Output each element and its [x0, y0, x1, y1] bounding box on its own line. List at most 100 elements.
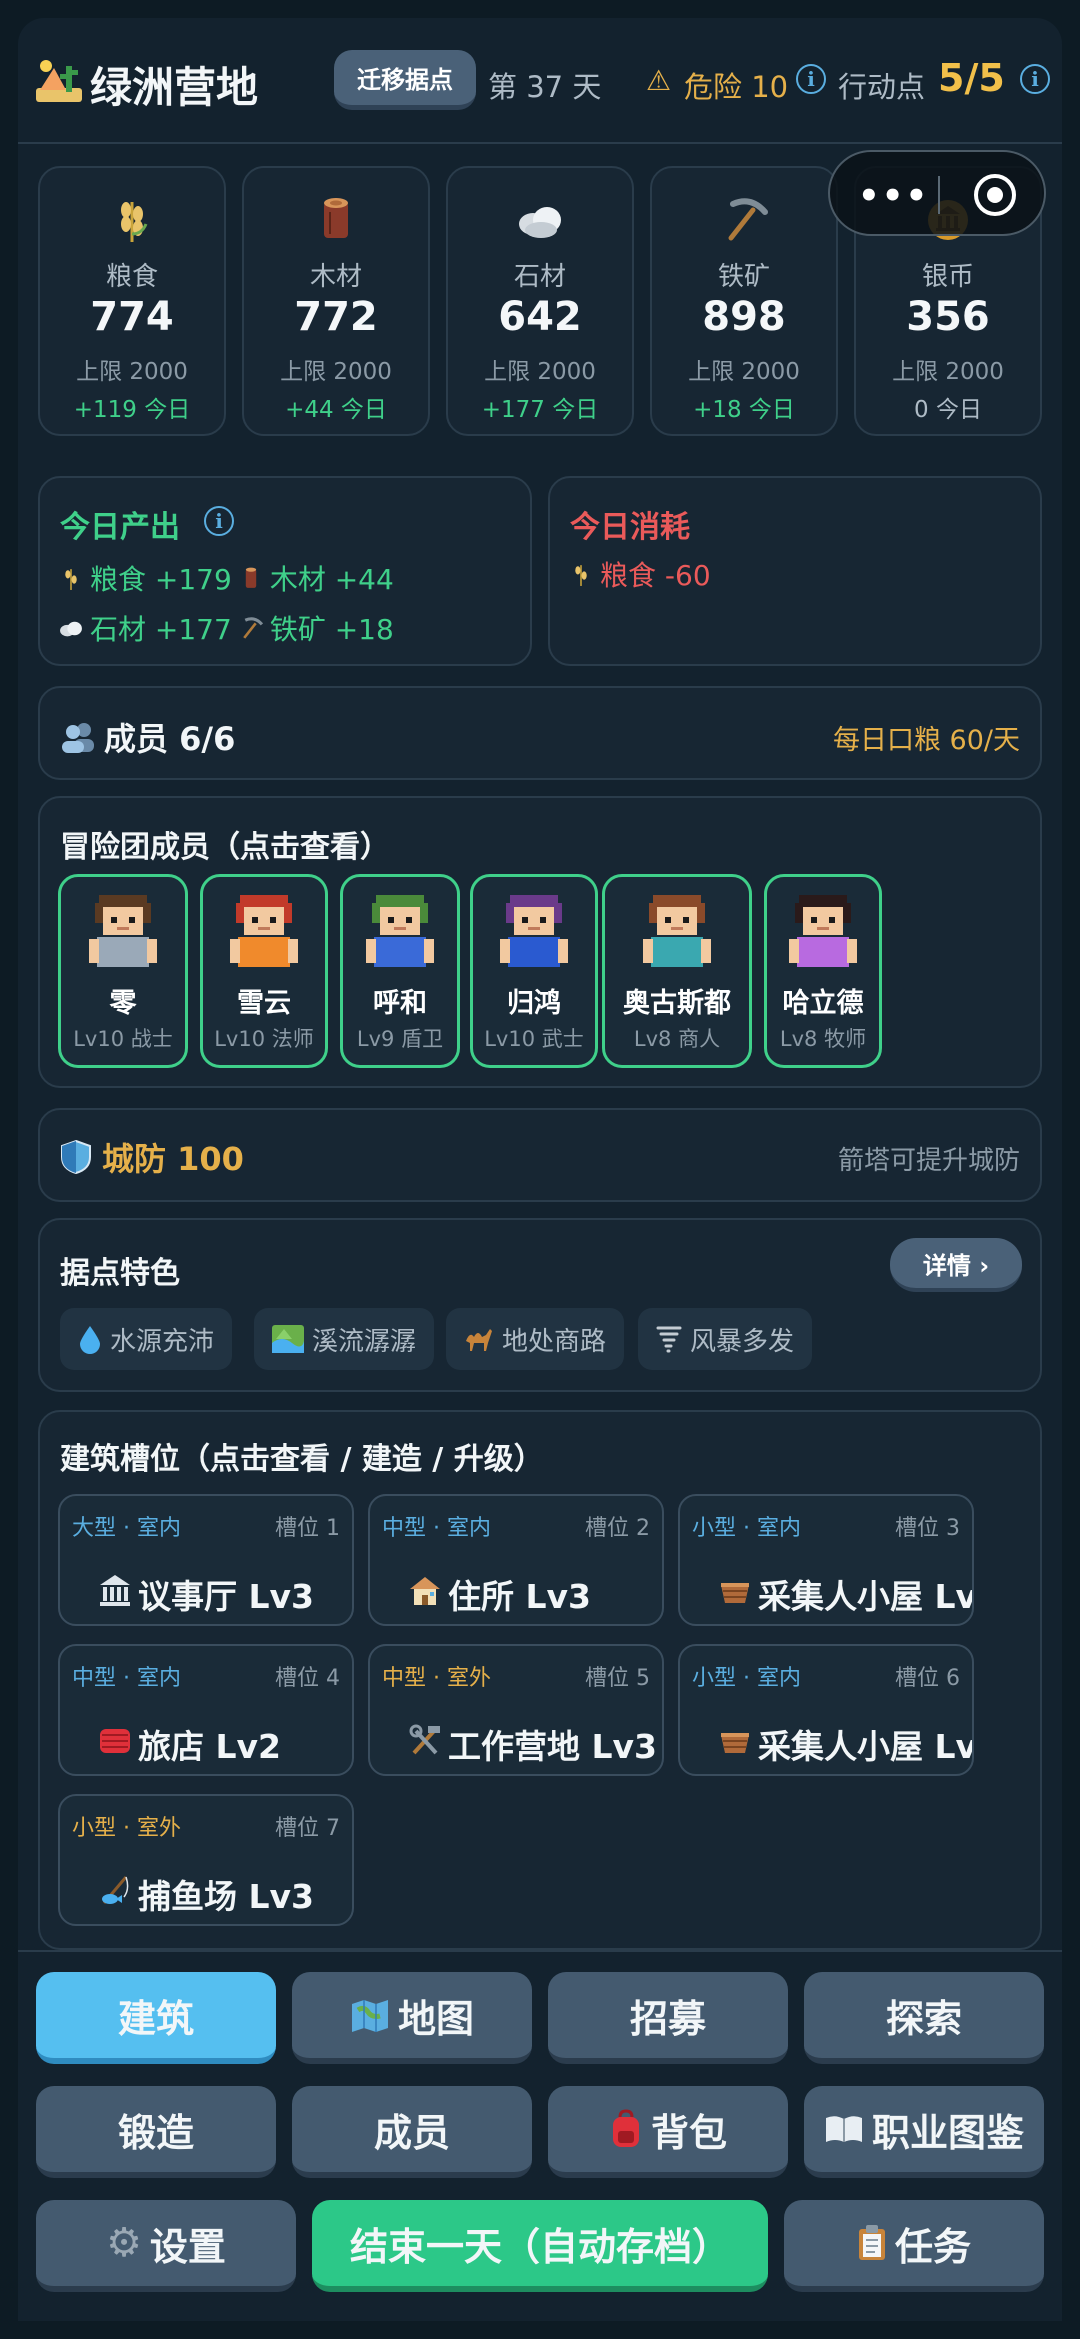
production-line-1: 粮食 +179 木材 +44 — [58, 558, 394, 598]
nav-settings-button[interactable]: ⚙ 设置 — [36, 2200, 296, 2292]
building-label: 采集人小屋 Lv3 — [758, 1727, 972, 1766]
nav-members-button[interactable]: 成员 — [292, 2086, 532, 2178]
member-level: Lv10 法师 — [214, 1027, 314, 1051]
fishing-icon — [98, 1873, 132, 1915]
migrate-base-button[interactable]: 迁移据点 — [334, 50, 476, 110]
resource-value: 356 — [906, 294, 990, 340]
feature-tag: 溪流潺潺 — [254, 1308, 435, 1370]
building-slot[interactable]: 大型 · 室内 槽位 1 议事厅 Lv3 — [58, 1494, 354, 1626]
building-slot[interactable]: 小型 · 室外 槽位 7 捕鱼场 Lv3 — [58, 1794, 354, 1926]
resource-card-grain: 粮食 774 上限 2000 +119 今日 — [38, 166, 226, 436]
building-slot[interactable]: 小型 · 室内 槽位 3 采集人小屋 Lv3 — [678, 1494, 974, 1626]
feature-tag: 水源充沛 — [60, 1308, 233, 1370]
party-member-card[interactable]: 奥古斯都 Lv8 商人 — [602, 874, 752, 1068]
resource-value: 898 — [702, 294, 786, 340]
nav-label: 成员 — [373, 2110, 450, 2155]
action-points-info-icon[interactable]: i — [1020, 64, 1050, 94]
slot-number: 槽位 7 — [275, 1816, 340, 1841]
resource-value: 774 — [90, 294, 174, 340]
danger-info-icon[interactable]: i — [796, 64, 826, 94]
nav-codex-button[interactable]: 职业图鉴 — [804, 2086, 1044, 2178]
nav-map-button[interactable]: 地图 — [292, 1972, 532, 2064]
gear-icon: ⚙ — [106, 2220, 142, 2266]
party-member-card[interactable]: 呼和 Lv9 盾卫 — [340, 874, 460, 1068]
base-features-panel: 据点特色 详情 › 水源充沛 溪流潺潺 地处商路 风暴多发 — [38, 1218, 1042, 1392]
stream-icon — [272, 1325, 304, 1353]
slot-type: 中型 · 室内 — [382, 1516, 491, 1541]
nav-bag-button[interactable]: 背包 — [548, 2086, 788, 2178]
features-detail-button[interactable]: 详情 › — [890, 1238, 1022, 1292]
clipboard-icon — [858, 2225, 885, 2260]
building-label: 捕鱼场 Lv3 — [138, 1877, 314, 1916]
building-name: 旅店 Lv2 — [98, 1720, 281, 1768]
resource-name: 银币 — [921, 262, 974, 292]
character-sprite-icon — [643, 895, 711, 967]
slot-type: 大型 · 室内 — [72, 1516, 181, 1541]
miniprogram-capsule: ••• — [828, 150, 1046, 236]
daily-production-panel: 今日产出 i 粮食 +179 木材 +44 石材 +177 铁矿 +18 — [38, 476, 532, 666]
app-title: 绿洲营地 — [90, 63, 259, 112]
resource-name: 粮食 — [105, 262, 158, 292]
nav-forge-button[interactable]: 锻造 — [36, 2086, 276, 2178]
nav-label: 锻造 — [117, 2110, 194, 2155]
party-member-card[interactable]: 雪云 Lv10 法师 — [200, 874, 328, 1068]
resource-card-iron: 铁矿 898 上限 2000 +18 今日 — [650, 166, 838, 436]
building-slot[interactable]: 中型 · 室外 槽位 5 工作营地 Lv3 — [368, 1644, 664, 1776]
production-line-2: 石材 +177 铁矿 +18 — [58, 608, 394, 648]
party-member-card[interactable]: 归鸿 Lv10 武士 — [470, 874, 598, 1068]
feature-label: 水源充沛 — [110, 1326, 215, 1357]
building-slot[interactable]: 小型 · 室内 槽位 6 采集人小屋 Lv3 — [678, 1644, 974, 1776]
nav-recruit-button[interactable]: 招募 — [548, 1972, 788, 2064]
building-slot[interactable]: 中型 · 室内 槽位 4 旅店 Lv2 — [58, 1644, 354, 1776]
feature-label: 地处商路 — [502, 1326, 607, 1357]
slot-number: 槽位 3 — [895, 1516, 960, 1541]
nav-label: 任务 — [894, 2224, 971, 2269]
party-title: 冒险团成员（点击查看） — [60, 830, 390, 865]
nav-build-button[interactable]: 建筑 — [36, 1972, 276, 2064]
members-summary-bar[interactable]: 成员 6/6 每日口粮 60/天 — [38, 686, 1042, 780]
inn-bed-icon — [98, 1723, 132, 1765]
oasis-camp-icon — [36, 60, 82, 102]
production-stone: 石材 +177 — [90, 613, 232, 646]
resource-name: 木材 — [309, 262, 362, 292]
daily-consumption-panel: 今日消耗 粮食 -60 — [548, 476, 1042, 666]
nav-label: 设置 — [149, 2224, 226, 2269]
nav-explore-button[interactable]: 探索 — [804, 1972, 1044, 2064]
end-day-button[interactable]: 结束一天（自动存档） — [312, 2200, 768, 2292]
member-level: Lv9 盾卫 — [356, 1027, 444, 1051]
party-member-card[interactable]: 零 Lv10 战士 — [58, 874, 188, 1068]
resource-cap: 上限 2000 — [688, 359, 800, 385]
nav-label: 职业图鉴 — [871, 2110, 1024, 2155]
nav-label: 结束一天（自动存档） — [349, 2224, 730, 2269]
droplet-icon — [80, 1326, 100, 1354]
basket-icon — [718, 1723, 752, 1765]
production-wood: 木材 +44 — [269, 563, 394, 596]
camel-icon — [466, 1329, 492, 1351]
people-icon — [62, 723, 94, 753]
daily-ration: 每日口粮 60/天 — [832, 725, 1020, 756]
nav-tasks-button[interactable]: 任务 — [784, 2200, 1044, 2292]
pickaxe-icon — [728, 198, 768, 241]
production-info-icon[interactable]: i — [204, 506, 234, 536]
building-slots-panel: 建筑槽位（点击查看 / 建造 / 升级） 大型 · 室内 槽位 1 议事厅 Lv3 中… — [38, 1410, 1042, 1950]
feature-tag: 风暴多发 — [638, 1308, 813, 1370]
slot-type: 中型 · 室外 — [382, 1666, 491, 1691]
capsule-divider — [938, 176, 940, 214]
member-name: 奥古斯都 — [623, 988, 731, 1019]
stone-icon — [519, 207, 561, 238]
more-menu-icon[interactable]: ••• — [858, 176, 929, 216]
member-level: Lv8 商人 — [633, 1027, 721, 1051]
resource-card-stone: 石材 642 上限 2000 +177 今日 — [446, 166, 634, 436]
tools-icon — [408, 1723, 442, 1765]
building-name: 议事厅 Lv3 — [98, 1570, 314, 1618]
feature-tag: 地处商路 — [446, 1308, 625, 1370]
close-miniprogram-icon[interactable] — [974, 174, 1016, 216]
features-title: 据点特色 — [60, 1256, 180, 1291]
party-member-card[interactable]: 哈立德 Lv8 牧师 — [764, 874, 882, 1068]
city-defense-bar: 城防 100 箭塔可提升城防 — [38, 1108, 1042, 1202]
member-level: Lv10 战士 — [73, 1027, 173, 1051]
wood-log-icon — [245, 567, 257, 588]
building-slot[interactable]: 中型 · 室内 槽位 2 住所 Lv3 — [368, 1494, 664, 1626]
open-book-icon — [825, 2116, 862, 2142]
slot-number: 槽位 4 — [275, 1666, 340, 1691]
